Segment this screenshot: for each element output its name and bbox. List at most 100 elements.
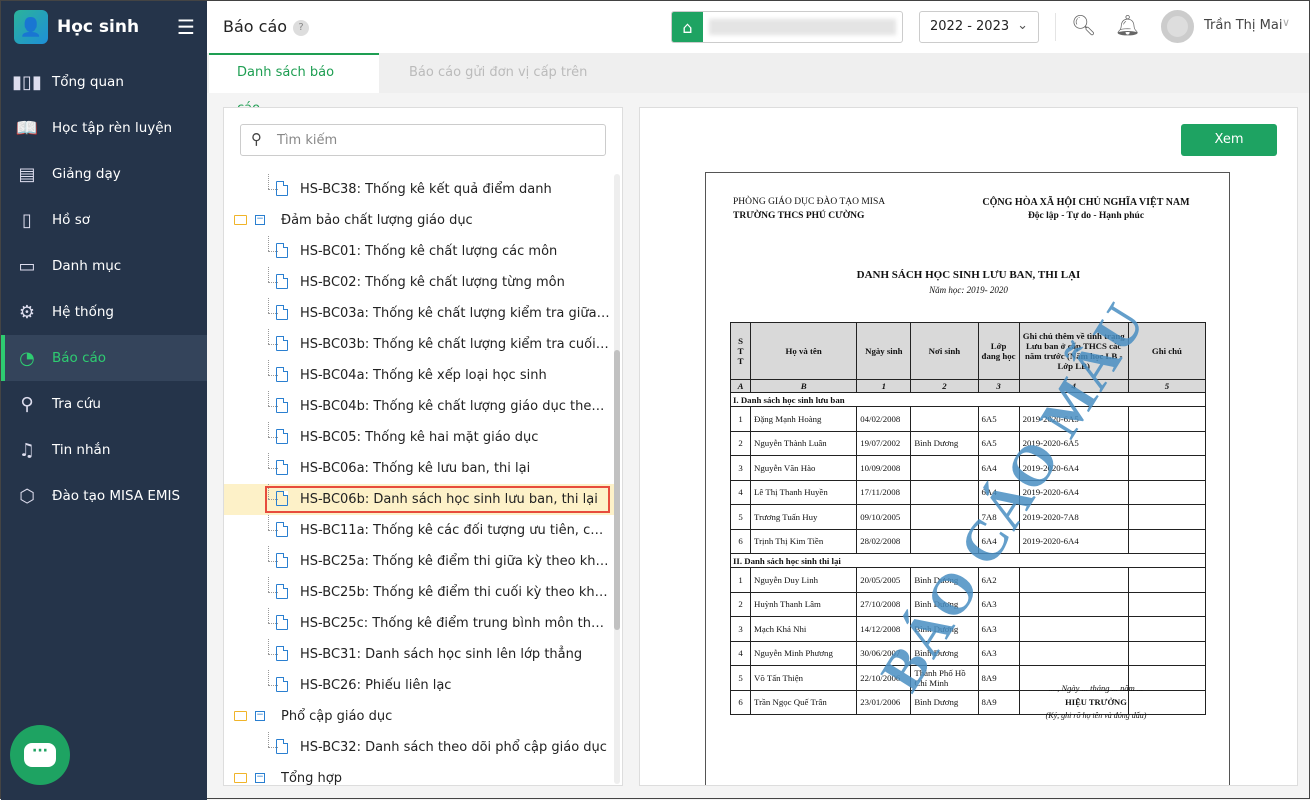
avatar[interactable] (1161, 10, 1194, 43)
search-icon: ⚲ (20, 393, 34, 415)
table-cell: Võ Tấn Thiện (750, 665, 858, 691)
table-cell (1127, 591, 1207, 617)
sidebar-item-label: Tra cứu (52, 396, 101, 412)
student-logo-icon: 👤 (14, 10, 48, 44)
table-cell: 19/07/2002 (856, 430, 912, 456)
tree-group[interactable]: − Tổng hợp (224, 763, 614, 785)
school-selector[interactable]: ⌂ (671, 11, 903, 43)
sidebar-item-9[interactable]: ⬡ Đào tạo MISA EMIS (1, 473, 207, 519)
help-icon[interactable]: ? (293, 20, 310, 36)
board-icon: ▤ (18, 163, 36, 185)
table-cell: 10/09/2008 (856, 455, 912, 481)
file-icon (276, 305, 288, 320)
sidebar-item-label: Giảng dạy (52, 166, 121, 182)
table-cell (910, 479, 979, 505)
sidebar-item-3[interactable]: ▯ Hồ sơ (1, 197, 207, 243)
book-icon: 📖 (15, 117, 39, 139)
table-cell (1018, 591, 1129, 617)
table-cell (1127, 455, 1207, 481)
tree-line (268, 515, 269, 530)
tree-report-item[interactable]: HS-BC06b: Danh sách học sinh lưu ban, th… (224, 484, 614, 515)
scrollbar-thumb[interactable] (614, 350, 620, 630)
column-code: 3 (977, 379, 1020, 393)
tree-item-label: Phổ cập giáo dục (281, 709, 393, 724)
tree-line (268, 422, 269, 437)
table-cell: 2019-2020-6A4 (1018, 528, 1129, 554)
sign-note: (Ký, ghi rõ họ tên và đóng dấu) (1045, 711, 1147, 720)
tree-line (268, 608, 269, 623)
report-tree-panel: ⚲ Tìm kiếm HS-BC38: Thống kê kết quả điểm… (223, 107, 623, 786)
file-icon (276, 615, 288, 630)
tree-report-item[interactable]: HS-BC32: Danh sách theo dõi phổ cập giáo… (224, 732, 614, 763)
pie-chart-icon: ◔ (19, 347, 35, 369)
tree-report-item[interactable]: HS-BC04b: Thống kê chất lượng giáo dục t… (224, 391, 614, 422)
tree-report-item[interactable]: HS-BC05: Thống kê hai mặt giáo dục (224, 422, 614, 453)
lookup-icon[interactable]: 🔍︎ (1071, 13, 1096, 37)
sidebar-item-label: Tin nhắn (52, 442, 111, 458)
sidebar-item-8[interactable]: ♫ Tin nhắn (1, 427, 207, 473)
collapse-icon[interactable]: − (255, 215, 265, 225)
collapse-icon[interactable]: − (255, 773, 265, 783)
table-cell: 1 (729, 406, 752, 432)
sidebar-item-label: Danh mục (52, 258, 122, 274)
file-icon (276, 274, 288, 289)
tree-report-item[interactable]: HS-BC04a: Thống kê xếp loại học sinh (224, 360, 614, 391)
tree-report-item[interactable]: HS-BC25a: Thống kê điểm thi giữa kỳ theo… (224, 546, 614, 577)
collapse-icon[interactable]: − (255, 711, 265, 721)
tree-report-item[interactable]: HS-BC03b: Thống kê chất lượng kiểm tra c… (224, 329, 614, 360)
table-cell (1127, 406, 1207, 432)
tree-report-item[interactable]: HS-BC26: Phiếu liên lạc (224, 670, 614, 701)
sidebar-item-label: Báo cáo (52, 350, 107, 366)
sidebar-item-6[interactable]: ◔ Báo cáo (1, 335, 207, 381)
tree-report-item[interactable]: HS-BC38: Thống kê kết quả điểm danh (224, 174, 614, 205)
school-year-select[interactable]: 2022 - 2023 ⌄ (919, 11, 1039, 43)
chevron-down-icon: ⌄ (1017, 18, 1028, 33)
table-row: 4 Lê Thị Thanh Huyền 17/11/2008 6A4 2019-202… (729, 479, 1207, 505)
tree-report-item[interactable]: HS-BC25b: Thống kê điểm thi cuối kỳ theo… (224, 577, 614, 608)
tree-item-label: HS-BC02: Thống kê chất lượng từng môn (300, 275, 565, 290)
sign-date: ...., Ngày ... tháng ... năm ... (1048, 683, 1144, 693)
tree-report-item[interactable]: HS-BC06a: Thống kê lưu ban, thi lại (224, 453, 614, 484)
chevron-down-icon[interactable]: ∨ (1282, 16, 1290, 29)
table-cell: 6 (729, 528, 752, 554)
table-cell (910, 455, 979, 481)
bell-icon[interactable]: 🔔︎ (1115, 13, 1140, 37)
view-button[interactable]: Xem (1181, 124, 1277, 156)
tree-item-label: Đảm bảo chất lượng giáo dục (281, 213, 473, 228)
sidebar-item-2[interactable]: ▤ Giảng dạy (1, 151, 207, 197)
sidebar-item-4[interactable]: ▭ Danh mục (1, 243, 207, 289)
tree-line (268, 577, 269, 592)
tree-report-item[interactable]: HS-BC03a: Thống kê chất lượng kiểm tra g… (224, 298, 614, 329)
tree-item-label: HS-BC31: Danh sách học sinh lên lớp thẳn… (300, 647, 583, 662)
tab-report-list[interactable]: Danh sách báo cáo (209, 53, 379, 116)
scrollbar[interactable] (614, 174, 620, 784)
home-icon: ⌂ (672, 12, 703, 42)
tree-report-item[interactable]: HS-BC25c: Thống kê điểm trung bình môn t… (224, 608, 614, 639)
table-cell: 20/05/2005 (856, 567, 912, 593)
search-icon: ⚲ (251, 130, 262, 148)
menu-toggle-icon[interactable]: ☰ (177, 15, 195, 39)
sidebar-item-5[interactable]: ⚙ Hệ thống (1, 289, 207, 335)
tree-item-label: HS-BC11a: Thống kê các đối tượng ưu tiên… (300, 523, 610, 538)
tree-item-label: HS-BC06b: Danh sách học sinh lưu ban, th… (300, 492, 598, 507)
search-input[interactable]: ⚲ Tìm kiếm (240, 124, 606, 156)
tab-reports-to-superior[interactable]: Báo cáo gửi đơn vị cấp trên (381, 53, 615, 93)
sidebar-item-label: Tổng quan (52, 74, 124, 90)
tree-group[interactable]: − Phổ cập giáo dục (224, 701, 614, 732)
chat-button[interactable]: ··· (10, 725, 70, 785)
table-cell: Nguyễn Văn Hào (750, 455, 858, 481)
tree-report-item[interactable]: HS-BC02: Thống kê chất lượng từng môn (224, 267, 614, 298)
table-cell (1127, 479, 1207, 505)
tree-report-item[interactable]: HS-BC31: Danh sách học sinh lên lớp thẳn… (224, 639, 614, 670)
tree-group[interactable]: − Đảm bảo chất lượng giáo dục (224, 205, 614, 236)
sidebar-item-1[interactable]: 📖 Học tập rèn luyện (1, 105, 207, 151)
table-cell (1127, 640, 1207, 666)
tree-report-item[interactable]: HS-BC11a: Thống kê các đối tượng ưu tiên… (224, 515, 614, 546)
sidebar-item-7[interactable]: ⚲ Tra cứu (1, 381, 207, 427)
tree-report-item[interactable]: HS-BC01: Thống kê chất lượng các môn (224, 236, 614, 267)
tree-item-label: HS-BC06a: Thống kê lưu ban, thi lại (300, 461, 531, 476)
user-name[interactable]: Trần Thị Mai (1204, 18, 1282, 33)
sidebar-item-0[interactable]: ▮▯▮ Tổng quan (1, 59, 207, 105)
report-title: DANH SÁCH HỌC SINH LƯU BAN, THI LẠI (856, 269, 1081, 281)
table-cell: 4 (729, 479, 752, 505)
